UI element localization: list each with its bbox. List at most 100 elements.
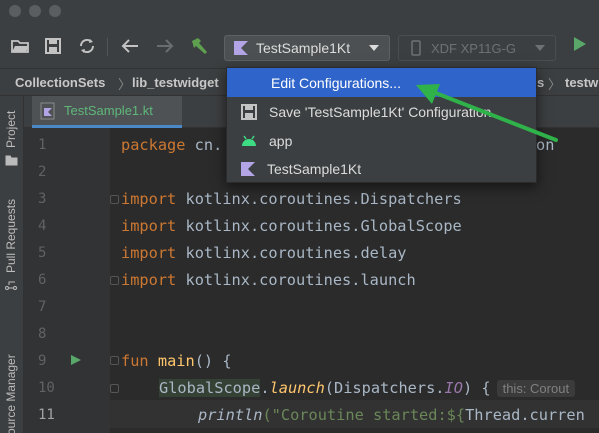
- forward-button[interactable]: [155, 36, 175, 56]
- line-number: 4: [38, 218, 47, 234]
- save-icon: [45, 38, 61, 54]
- code-token: ) {: [462, 379, 491, 397]
- run-icon: [574, 37, 586, 51]
- inlay-hint: this: Corout: [496, 380, 576, 397]
- title-bar: [0, 0, 599, 24]
- pull-requests-tool-tab[interactable]: Pull Requests: [4, 199, 18, 291]
- code-line-9: fun main() {: [121, 352, 232, 370]
- device-label: XDF XP11G-G: [431, 40, 517, 56]
- line-number: 2: [38, 164, 47, 180]
- line-number-gutter: 1 2 3 4 5 6 7 8 9 10 11: [24, 128, 143, 433]
- code-token: launch: [269, 379, 325, 397]
- build-hammer-icon: [192, 38, 207, 54]
- editor-tab-label: TestSample1.kt: [64, 103, 153, 118]
- code-token: import: [121, 244, 177, 262]
- android-icon: [242, 135, 256, 146]
- breadcrumb-separator: 〉: [118, 77, 132, 92]
- open-folder-button[interactable]: [10, 36, 30, 56]
- line-number: 7: [38, 299, 47, 315]
- menu-item-testsample1kt[interactable]: TestSample1Kt: [227, 154, 536, 183]
- menu-item-label: TestSample1Kt: [267, 160, 362, 177]
- line-number: 3: [38, 191, 47, 207]
- save-all-button[interactable]: [43, 36, 63, 56]
- code-line-6: import kotlinx.coroutines.launch: [121, 271, 416, 289]
- line-number: 10: [38, 380, 55, 396]
- back-button[interactable]: [120, 36, 140, 56]
- code-token: GlobalScope: [159, 379, 261, 397]
- menu-item-app[interactable]: app: [227, 126, 536, 155]
- sync-icon: [79, 38, 95, 54]
- breadcrumb-item[interactable]: lib_testwidget: [132, 75, 219, 90]
- code-line-1: package cn. on: [121, 136, 554, 154]
- line-number: 9: [38, 353, 47, 369]
- phone-icon: [411, 40, 421, 56]
- pull-request-icon: [5, 281, 17, 290]
- device-selector[interactable]: XDF XP11G-G: [398, 35, 556, 61]
- left-tool-strip: Project Pull Requests ource Manager: [0, 96, 24, 433]
- fold-marker[interactable]: [110, 195, 119, 204]
- breadcrumb-separator: 〉: [548, 77, 562, 92]
- code-token: ("Coroutine started:${: [262, 406, 466, 424]
- code-token: .: [260, 379, 270, 397]
- code-token: IO: [444, 379, 463, 397]
- code-line-3: import kotlinx.coroutines.Dispatchers: [121, 190, 462, 208]
- run-configuration-selector[interactable]: TestSample1Kt: [224, 35, 390, 61]
- toolbar-divider: [107, 38, 108, 56]
- code-token: cn.: [185, 136, 223, 154]
- menu-item-save-configuration[interactable]: Save 'TestSample1Kt' Configuration: [227, 97, 536, 126]
- menu-item-label: Save 'TestSample1Kt' Configuration: [269, 103, 492, 120]
- code-token: on: [536, 136, 555, 154]
- code-token: (Dispatchers.: [324, 379, 445, 397]
- forward-arrow-icon: [157, 39, 174, 53]
- resource-manager-tool-tab-label: ource Manager: [4, 354, 18, 433]
- code-token: fun: [121, 352, 149, 370]
- code-token: main: [157, 352, 195, 370]
- chevron-down-icon: [369, 45, 379, 51]
- menu-item-label: app: [269, 132, 293, 149]
- run-configuration-menu: Edit Configurations... Save 'TestSample1…: [226, 67, 537, 183]
- line-number: 11: [38, 407, 55, 423]
- code-token: kotlinx.coroutines.GlobalScope: [185, 217, 462, 235]
- code-token: Thread.curren: [465, 406, 585, 424]
- kotlin-file-icon: [40, 102, 55, 119]
- resource-manager-tool-tab[interactable]: ource Manager: [4, 354, 18, 433]
- back-arrow-icon: [121, 39, 138, 53]
- editor-tab-testsample1[interactable]: TestSample1.kt: [32, 96, 182, 128]
- run-button[interactable]: [573, 36, 587, 57]
- folder-icon: [5, 155, 17, 166]
- open-folder-icon: [11, 40, 29, 53]
- code-line-4: import kotlinx.coroutines.GlobalScope: [121, 217, 462, 235]
- close-window-button[interactable]: [9, 5, 21, 17]
- code-token: import: [121, 217, 177, 235]
- fold-marker[interactable]: [110, 384, 119, 393]
- run-gutter-icon[interactable]: [70, 354, 82, 366]
- minimize-window-button[interactable]: [29, 5, 41, 17]
- zoom-window-button[interactable]: [49, 5, 61, 17]
- line-number: 8: [38, 326, 47, 342]
- project-tool-tab-label: Project: [4, 110, 18, 148]
- code-token: import: [121, 271, 177, 289]
- line-number: 1: [38, 137, 47, 153]
- code-token: kotlinx.coroutines.Dispatchers: [185, 190, 462, 208]
- code-token: import: [121, 190, 177, 208]
- kotlin-icon: [241, 161, 255, 176]
- breadcrumb-item[interactable]: s: [537, 75, 544, 90]
- line-number: 5: [38, 245, 47, 261]
- code-line-11: println("Coroutine started:${Thread.curr…: [198, 406, 585, 424]
- code-token: package: [121, 136, 186, 154]
- project-tool-tab[interactable]: Project: [4, 111, 18, 166]
- fold-marker[interactable]: [110, 356, 119, 365]
- menu-item-edit-configurations[interactable]: Edit Configurations...: [227, 68, 536, 97]
- code-token: kotlinx.coroutines.launch: [185, 271, 416, 289]
- breadcrumb-item[interactable]: testw: [565, 75, 598, 90]
- chevron-down-icon: [535, 45, 545, 51]
- breadcrumb-item[interactable]: CollectionSets: [15, 75, 105, 90]
- fold-marker[interactable]: [110, 276, 119, 285]
- sync-button[interactable]: [77, 36, 97, 56]
- save-icon: [241, 103, 257, 120]
- line-number: 6: [38, 272, 47, 288]
- build-button[interactable]: [189, 36, 209, 56]
- kotlin-icon: [234, 41, 248, 55]
- code-token: kotlinx.coroutines.delay: [185, 244, 407, 262]
- code-token: println: [198, 406, 263, 424]
